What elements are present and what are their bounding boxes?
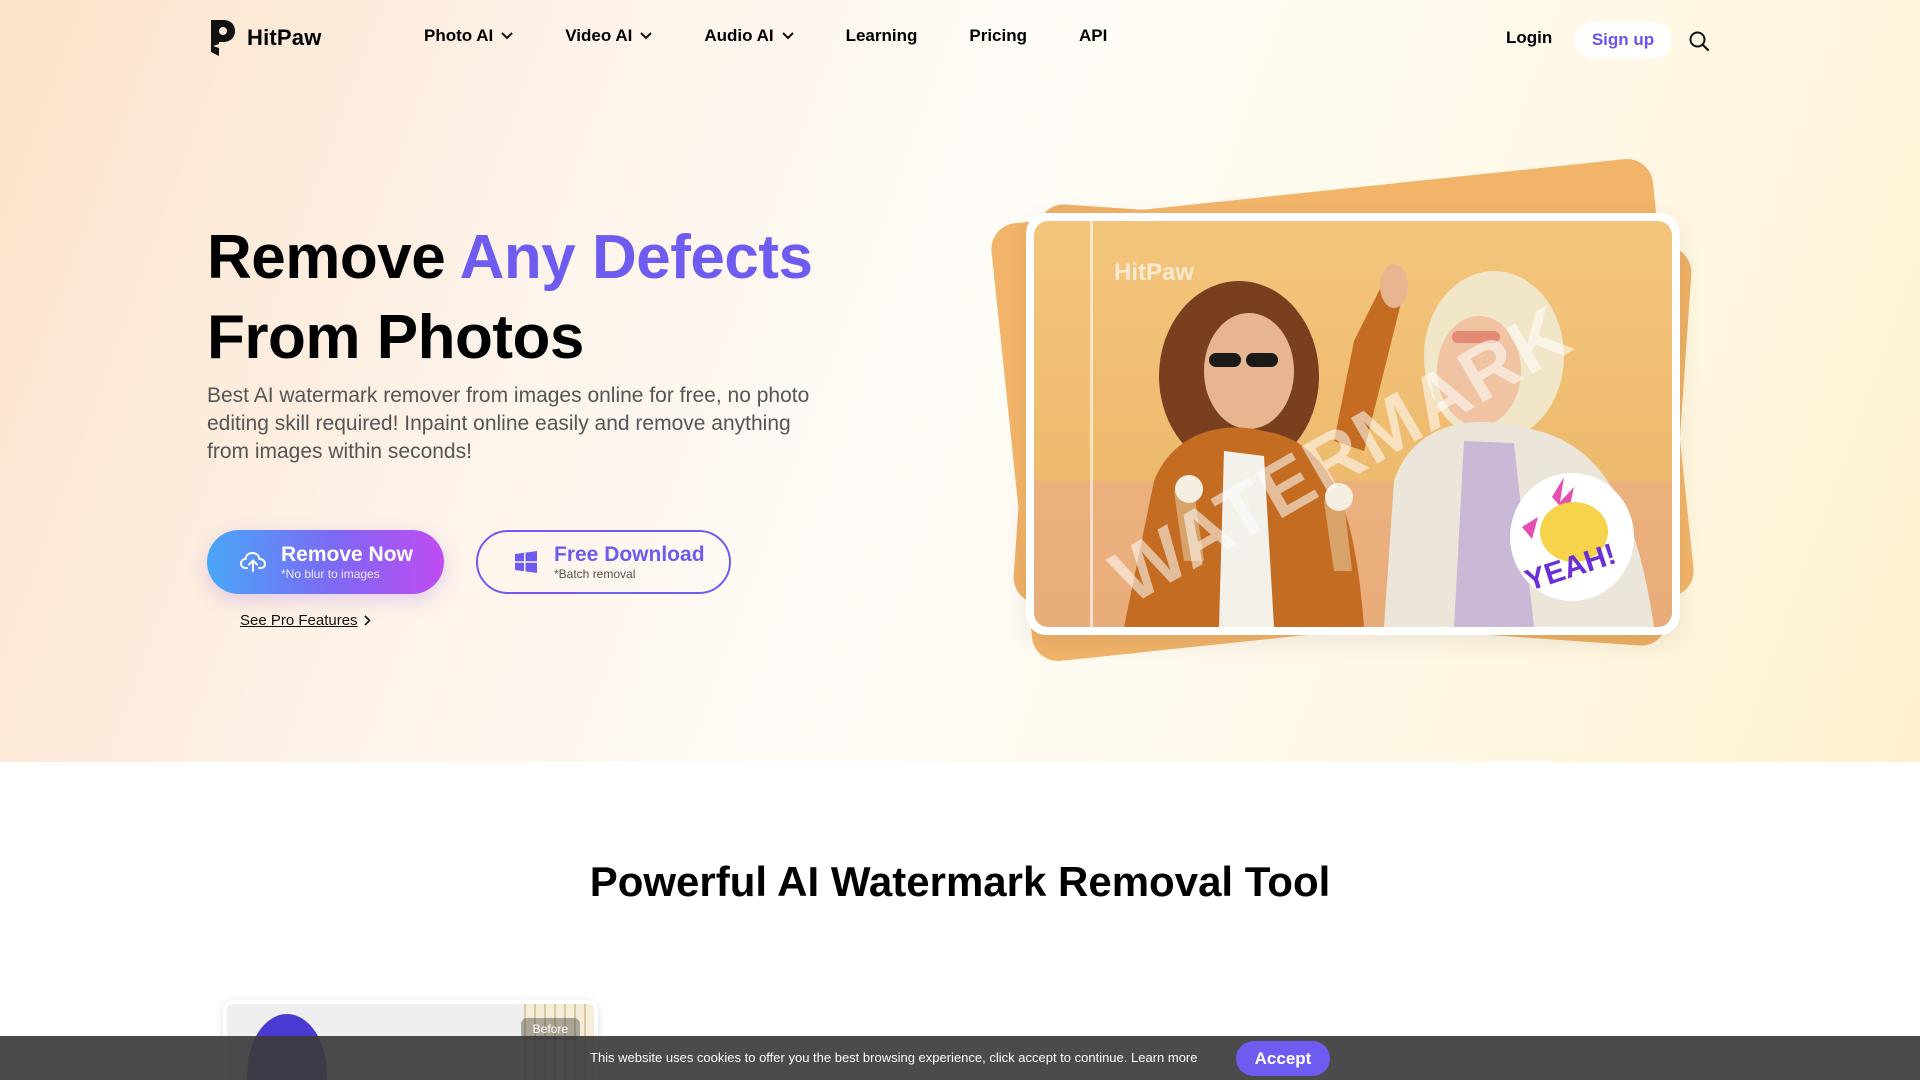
see-pro-features-label: See Pro Features xyxy=(240,612,358,629)
signup-button[interactable]: Sign up xyxy=(1574,22,1672,58)
hitpaw-logo-icon xyxy=(211,20,235,56)
nav-item-audio-ai[interactable]: Audio AI xyxy=(704,26,794,46)
accept-button[interactable]: Accept xyxy=(1236,1041,1330,1076)
yeah-sticker: YEAH! xyxy=(1510,473,1634,601)
free-download-label: Free Download xyxy=(554,542,705,566)
nav-item-pricing[interactable]: Pricing xyxy=(969,26,1027,46)
hero-title-part2: From Photos xyxy=(207,303,584,372)
nav-item-photo-ai[interactable]: Photo AI xyxy=(424,26,513,46)
cookie-message: This website uses cookies to offer you t… xyxy=(590,1050,1198,1065)
nav-item-learning[interactable]: Learning xyxy=(846,26,918,46)
upload-cloud-icon xyxy=(239,551,267,572)
login-link[interactable]: Login xyxy=(1506,28,1552,48)
wall-stripe xyxy=(1090,221,1093,627)
cookie-text: This website uses cookies to offer you t… xyxy=(590,1050,1128,1065)
top-nav: HitPaw Photo AI Video AI Audio AI Learni… xyxy=(0,0,1920,78)
brand-name: HitPaw xyxy=(247,25,322,50)
hero-subtitle: Best AI watermark remover from images on… xyxy=(207,384,810,463)
hero-section: HitPaw Photo AI Video AI Audio AI Learni… xyxy=(0,0,1920,762)
nav-item-label: Video AI xyxy=(565,26,633,45)
nav-item-api[interactable]: API xyxy=(1079,26,1107,46)
remove-now-button[interactable]: Remove Now *No blur to images xyxy=(207,530,444,594)
chevron-down-icon xyxy=(781,32,794,40)
remove-now-text: Remove Now *No blur to images xyxy=(281,543,413,582)
nav-links: Photo AI Video AI Audio AI Learning Pric… xyxy=(424,26,1159,46)
nav-item-label: Photo AI xyxy=(424,26,494,45)
free-download-note: *Batch removal xyxy=(554,566,636,581)
cookie-banner: This website uses cookies to offer you t… xyxy=(0,1036,1920,1080)
chevron-down-icon xyxy=(501,32,513,40)
chevron-right-icon xyxy=(363,615,371,626)
nav-item-label: Learning xyxy=(845,26,918,45)
see-pro-features-link[interactable]: See Pro Features xyxy=(240,612,371,629)
watermark-logo: HitPaw xyxy=(1114,259,1195,286)
brand-logo[interactable]: HitPaw xyxy=(207,18,322,58)
nav-item-label: Audio AI xyxy=(704,26,774,45)
free-download-button[interactable]: Free Download *Batch removal xyxy=(476,530,731,594)
section-title: Powerful AI Watermark Removal Tool xyxy=(589,858,1331,905)
nav-item-label: API xyxy=(1079,26,1108,45)
hero-image-frame: HitPaw WATERMARK YEAH! xyxy=(1026,213,1680,635)
windows-icon xyxy=(515,551,537,573)
hero-photo: HitPaw WATERMARK YEAH! xyxy=(1034,221,1672,627)
learn-more-link[interactable]: Learn more xyxy=(1131,1050,1197,1065)
free-download-text: Free Download *Batch removal xyxy=(554,543,705,582)
hero-title-part1: Remove xyxy=(207,223,460,292)
nav-item-video-ai[interactable]: Video AI xyxy=(565,26,653,46)
hero-title-accent: Any Defects xyxy=(459,223,813,292)
remove-now-note: *No blur to images xyxy=(281,566,380,581)
hero-title: Remove Any Defects From Photos xyxy=(207,218,813,378)
chevron-down-icon xyxy=(640,32,653,40)
remove-now-label: Remove Now xyxy=(281,542,413,566)
nav-item-label: Pricing xyxy=(969,26,1027,45)
search-icon[interactable] xyxy=(1688,30,1710,52)
